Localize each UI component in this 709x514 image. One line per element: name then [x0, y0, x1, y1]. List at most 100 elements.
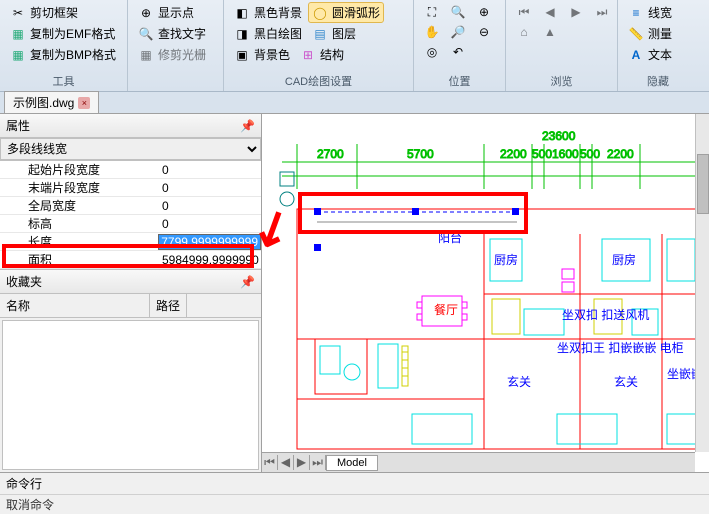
blackbg-icon: ◧: [234, 5, 250, 21]
zoom-prev-icon: ↶: [450, 44, 466, 60]
col-path[interactable]: 路径: [150, 294, 187, 317]
svg-text:1600: 1600: [552, 147, 579, 161]
vertical-scrollbar[interactable]: [695, 114, 709, 452]
structure-button[interactable]: ⊞结构: [296, 44, 348, 65]
ribbon-group-label: 隐藏: [624, 71, 692, 91]
up-icon: ▲: [542, 24, 558, 40]
entity-type-select[interactable]: 多段线线宽: [0, 138, 261, 160]
command-line-panel: 命令行 取消命令: [0, 472, 709, 506]
browse-btn-2[interactable]: ◀: [538, 2, 562, 22]
ribbon-group-label: 浏览: [512, 71, 611, 91]
browse-btn-4[interactable]: ⏭: [590, 2, 614, 22]
pan-icon: ✋: [424, 24, 440, 40]
show-point-button[interactable]: ⊕显示点: [134, 2, 217, 23]
prev-icon: ◀: [542, 4, 558, 20]
layer-button[interactable]: ▤图层: [308, 23, 360, 44]
home-icon: ⌂: [516, 24, 532, 40]
pos-btn-4[interactable]: ✋: [420, 22, 444, 42]
drawing-canvas[interactable]: 2700 5700 2200 500 1600 500 2200 23600: [262, 114, 709, 472]
command-text[interactable]: 取消命令: [0, 495, 709, 514]
svg-text:2700: 2700: [317, 147, 344, 161]
pos-btn-8[interactable]: ↶: [446, 42, 470, 62]
pos-btn-1[interactable]: ⛶: [420, 2, 444, 22]
prop-row-area[interactable]: 面积5984999.9999990: [0, 251, 261, 269]
pos-btn-7[interactable]: ◎: [420, 42, 444, 62]
svg-text:23600: 23600: [542, 129, 576, 143]
favorites-list[interactable]: [2, 320, 259, 470]
document-tab[interactable]: 示例图.dwg ×: [4, 91, 99, 113]
black-bg-button[interactable]: ◧黑色背景: [230, 2, 306, 23]
nav-next-icon[interactable]: ▶: [294, 455, 310, 470]
find-text-button[interactable]: 🔍查找文字: [134, 23, 217, 44]
prop-row-elevation[interactable]: 标高0: [0, 215, 261, 233]
next-icon: ▶: [568, 4, 584, 20]
properties-header: 属性 📌: [0, 114, 261, 138]
pos-btn-5[interactable]: 🔎: [446, 22, 470, 42]
text-button[interactable]: A文本: [624, 44, 692, 65]
ribbon-group-label: [134, 75, 217, 91]
svg-text:阳台: 阳台: [438, 230, 462, 245]
browse-btn-3[interactable]: ▶: [564, 2, 588, 22]
copy-emf-button[interactable]: ▦复制为EMF格式: [6, 23, 121, 44]
pos-btn-2[interactable]: 🔍: [446, 2, 470, 22]
nav-last-icon[interactable]: ⏭: [310, 455, 326, 470]
bw-drawing-button[interactable]: ◨黑白绘图: [230, 23, 306, 44]
cut-frame-button[interactable]: ✂剪切框架: [6, 2, 121, 23]
model-tab[interactable]: Model: [326, 455, 378, 471]
bw-icon: ◨: [234, 26, 250, 42]
cad-drawing: 2700 5700 2200 500 1600 500 2200 23600: [262, 114, 709, 472]
length-value-input[interactable]: 7799.9999999999: [158, 234, 261, 250]
grid-icon: ▦: [138, 47, 154, 63]
col-name[interactable]: 名称: [0, 294, 150, 317]
favorites-header: 收藏夹 📌: [0, 270, 261, 294]
ruler-icon: 📏: [628, 26, 644, 42]
zoom-in-icon: ⊕: [476, 4, 492, 20]
pin-icon[interactable]: 📌: [240, 275, 255, 289]
prop-row-global-width[interactable]: 全局宽度0: [0, 197, 261, 215]
copy-bmp-button[interactable]: ▦复制为BMP格式: [6, 44, 121, 65]
properties-panel: 属性 📌 多段线线宽 起始片段宽度0 末端片段宽度0 全局宽度0 标高0 长度 …: [0, 114, 262, 472]
pos-btn-3[interactable]: ⊕: [472, 2, 496, 22]
scissors-icon: ✂: [10, 5, 26, 21]
bgcolor-icon: ▣: [234, 47, 250, 63]
svg-text:餐厅: 餐厅: [434, 302, 458, 317]
svg-text:500: 500: [532, 147, 552, 161]
browse-btn-6[interactable]: ▲: [538, 22, 562, 42]
search-icon: 🔍: [138, 26, 154, 42]
svg-text:厨房: 厨房: [494, 252, 518, 267]
zoom-scale-icon: 🔎: [450, 24, 466, 40]
ribbon-group-label: 位置: [420, 71, 499, 91]
svg-text:玄关: 玄关: [507, 374, 531, 389]
first-icon: ⏮: [516, 4, 532, 20]
repair-halo-button[interactable]: ▦修剪光栅: [134, 44, 217, 65]
close-icon[interactable]: ×: [78, 97, 90, 109]
arc-icon: ◯: [312, 5, 328, 21]
browse-btn-1[interactable]: ⏮: [512, 2, 536, 22]
prop-row-length[interactable]: 长度 7799.9999999999: [0, 233, 261, 251]
measure-button[interactable]: 📏测量: [624, 23, 692, 44]
prop-row-start-width[interactable]: 起始片段宽度0: [0, 161, 261, 179]
svg-text:玄关: 玄关: [614, 374, 638, 389]
document-tab-bar: 示例图.dwg ×: [0, 92, 709, 114]
prop-row-end-width[interactable]: 末端片段宽度0: [0, 179, 261, 197]
svg-text:坐双扣王 扣嵌嵌嵌 电柜: 坐双扣王 扣嵌嵌嵌 电柜: [557, 341, 684, 355]
ribbon-group-label: CAD绘图设置: [230, 71, 407, 91]
tab-label: 示例图.dwg: [13, 94, 74, 111]
panel-title: 收藏夹: [6, 273, 42, 290]
svg-text:5700: 5700: [407, 147, 434, 161]
nav-first-icon[interactable]: ⏮: [262, 455, 278, 470]
svg-text:2200: 2200: [607, 147, 634, 161]
bg-color-button[interactable]: ▣背景色: [230, 44, 294, 65]
zoom-extents-icon: ⛶: [424, 4, 440, 20]
orbit-icon: ◎: [424, 44, 440, 60]
nav-prev-icon[interactable]: ◀: [278, 455, 294, 470]
pos-btn-6[interactable]: ⊖: [472, 22, 496, 42]
pin-icon[interactable]: 📌: [240, 119, 255, 133]
smooth-arc-button[interactable]: ◯圆滑弧形: [308, 2, 384, 23]
ribbon-group-label: 工具: [6, 71, 121, 91]
linewidth-button[interactable]: ≡线宽: [624, 2, 692, 23]
favorites-columns: 名称 路径: [0, 294, 261, 318]
zoom-window-icon: 🔍: [450, 4, 466, 20]
panel-title: 属性: [6, 117, 30, 134]
browse-btn-5[interactable]: ⌂: [512, 22, 536, 42]
